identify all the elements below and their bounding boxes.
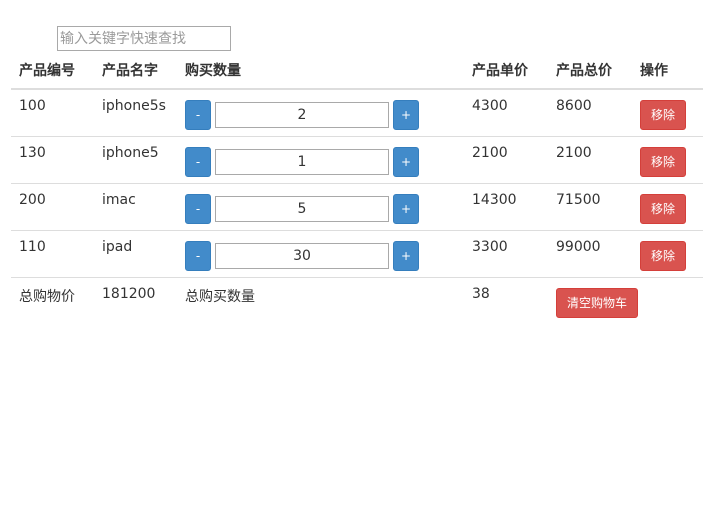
table-row: 200 imac - + 14300 71500 移除 [11,182,703,230]
actions-cell: 移除 [632,135,703,183]
table-header-row: 产品编号 产品名字 购买数量 产品单价 产品总价 操作 [11,52,703,90]
table-row: 130 iphone5 - + 2100 2100 移除 [11,135,703,183]
total-price-label: 总购物价 [11,276,94,324]
unit-price: 4300 [472,98,508,114]
remove-button[interactable]: 移除 [640,240,687,271]
decrement-button[interactable]: - [185,240,211,271]
product-name: iphone5 [94,135,177,183]
header-total-price: 产品总价 [548,52,632,90]
increment-button[interactable]: + [393,240,419,271]
quantity-input[interactable] [215,195,389,222]
actions-cell: 移除 [632,182,703,230]
quantity-stepper: - + [185,240,464,271]
quantity-input[interactable] [215,102,389,128]
quantity-stepper: - + [185,100,464,130]
header-product-name: 产品名字 [94,52,177,90]
decrement-button[interactable]: - [185,193,211,224]
product-name: ipad [94,229,177,277]
total-price: 71500 [548,182,632,230]
product-id: 130 [11,135,94,183]
actions-cell: 移除 [632,89,703,136]
total-quantity-value: 38 [464,276,548,324]
table-row: 100 iphone5s - + 4300 8600 移除 [11,89,703,136]
header-unit-price: 产品单价 [464,52,548,90]
header-quantity: 购买数量 [177,52,464,90]
unit-price: 14300 [464,182,548,230]
remove-button[interactable]: 移除 [640,146,687,177]
clear-cell: 清空购物车 [548,276,703,324]
product-id: 110 [11,229,94,277]
actions-cell: 移除 [632,229,703,277]
increment-button[interactable]: + [393,146,419,177]
unit-price: 3300 [464,229,548,277]
header-actions: 操作 [632,52,703,90]
total-price: 8600 [556,98,592,114]
increment-button[interactable]: + [393,193,419,224]
decrement-button[interactable]: - [185,100,211,130]
total-price: 99000 [548,229,632,277]
increment-button[interactable]: + [393,100,419,130]
cart-table: 产品编号 产品名字 购买数量 产品单价 产品总价 操作 100 iphone5s… [11,52,703,324]
product-id: 200 [11,182,94,230]
total-price-value: 181200 [94,276,177,324]
quantity-stepper: - + [185,193,464,224]
product-name: iphone5s [102,98,166,114]
product-name: imac [94,182,177,230]
quantity-cell: - + [177,135,464,183]
header-product-id: 产品编号 [11,52,94,90]
search-input[interactable] [57,26,231,51]
quantity-input[interactable] [215,242,389,269]
remove-button[interactable]: 移除 [640,193,687,224]
quantity-stepper: - + [185,146,464,177]
summary-row: 总购物价 181200 总购买数量 38 清空购物车 [11,276,703,324]
remove-button[interactable]: 移除 [640,100,687,130]
quantity-cell: - + [177,229,464,277]
quantity-cell: - + [177,89,464,136]
quantity-cell: - + [177,182,464,230]
total-quantity-label: 总购买数量 [177,276,464,324]
unit-price: 2100 [464,135,548,183]
quantity-input[interactable] [215,148,389,175]
product-id: 100 [19,98,46,114]
decrement-button[interactable]: - [185,146,211,177]
total-price: 2100 [548,135,632,183]
table-row: 110 ipad - + 3300 99000 移除 [11,229,703,277]
clear-cart-button[interactable]: 清空购物车 [556,287,639,318]
